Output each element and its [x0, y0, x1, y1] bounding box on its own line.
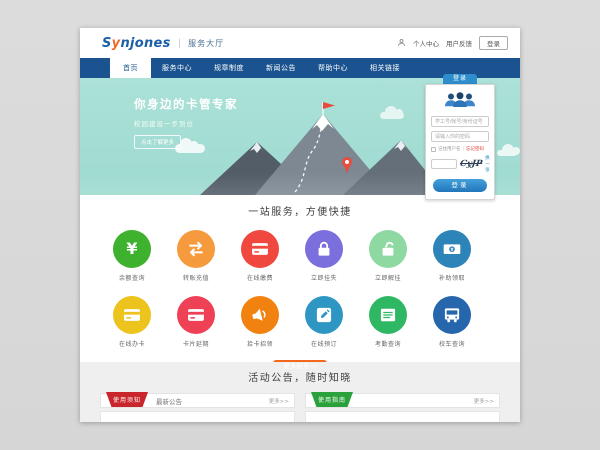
- nav-items: 首页服务中心规章制度新闻公告帮助中心相关链接: [110, 58, 411, 78]
- announcements-list-box: [100, 411, 295, 422]
- service-item[interactable]: 在线办卡: [100, 296, 164, 348]
- captcha-refresh-link[interactable]: 换一张: [485, 155, 490, 173]
- announcements-right-column: 使用指南 更多>>: [305, 393, 500, 422]
- service-item[interactable]: 考勤查询: [356, 296, 420, 348]
- more-link[interactable]: 更多>>: [474, 397, 494, 405]
- service-item[interactable]: 转账充值: [164, 230, 228, 282]
- site-header: Synjones | 服务大厅 个人中心 用户反馈 登录: [80, 28, 520, 58]
- login-tab[interactable]: 登录: [443, 74, 477, 84]
- lock-icon: [305, 230, 343, 268]
- logo-text-suffix: njones: [120, 36, 170, 51]
- remember-label: 记住用户名: [438, 146, 461, 152]
- summit-flag: [323, 102, 335, 109]
- user-feedback-link[interactable]: 用户反馈: [446, 38, 472, 48]
- announcements-section: 活动公告，随时知晓 使用须知 最新公告 更多>> 使用指南 更多>>: [80, 362, 520, 422]
- username-input[interactable]: [431, 116, 489, 127]
- hero-title: 你身边的卡管专家: [134, 96, 238, 112]
- synjones-logo: Synjones: [102, 36, 171, 51]
- latest-announcements-link[interactable]: 最新公告: [156, 396, 182, 406]
- service-item[interactable]: ¥ 余额查询: [100, 230, 164, 282]
- service-label: 在线缴费: [228, 273, 292, 282]
- banknote-icon: [433, 230, 471, 268]
- yuan-icon: ¥: [113, 230, 151, 268]
- service-label: 转账充值: [164, 273, 228, 282]
- password-input[interactable]: [431, 131, 489, 142]
- header-login-button[interactable]: 登录: [479, 36, 508, 50]
- forgot-password-link[interactable]: 忘记密码: [466, 146, 484, 152]
- service-item[interactable]: 校车查询: [420, 296, 484, 348]
- users-icon: [431, 91, 489, 112]
- nav-item[interactable]: 相关链接: [359, 58, 411, 78]
- cloud-decoration: [497, 150, 517, 156]
- label-separator: |: [463, 147, 465, 152]
- header-divider: |: [178, 38, 181, 49]
- transfer-icon: [177, 230, 215, 268]
- hero-subtitle: 校园建设一步到位: [134, 118, 238, 128]
- service-item[interactable]: 立即挂失: [292, 230, 356, 282]
- service-label: 立即解挂: [356, 273, 420, 282]
- service-item[interactable]: 拾卡招领: [228, 296, 292, 348]
- service-item[interactable]: 在线缴费: [228, 230, 292, 282]
- service-label: 在线办卡: [100, 339, 164, 348]
- edit-icon: [305, 296, 343, 334]
- announcements-left-column: 使用须知 最新公告 更多>>: [100, 393, 295, 422]
- service-label: 校车查询: [420, 339, 484, 348]
- hero-cta-button[interactable]: 点击了解更多: [134, 135, 181, 149]
- service-label: 立即挂失: [292, 273, 356, 282]
- service-item[interactable]: 在线预订: [292, 296, 356, 348]
- portal-page: Synjones | 服务大厅 个人中心 用户反馈 登录 首页服务中心规章制度新…: [80, 28, 520, 422]
- captcha-input[interactable]: [431, 159, 457, 169]
- desktop-background: Synjones | 服务大厅 个人中心 用户反馈 登录 首页服务中心规章制度新…: [0, 0, 600, 450]
- user-guide-tab[interactable]: 使用指南: [311, 392, 353, 407]
- service-label: 考勤查询: [356, 339, 420, 348]
- megaphone-icon: [241, 296, 279, 334]
- service-label: 卡片延期: [164, 339, 228, 348]
- service-label: 在线预订: [292, 339, 356, 348]
- service-label: 补助领取: [420, 273, 484, 282]
- service-item[interactable]: 卡片延期: [164, 296, 228, 348]
- person-icon: [397, 38, 406, 49]
- nav-item[interactable]: 首页: [110, 58, 151, 78]
- nav-item[interactable]: 帮助中心: [307, 58, 359, 78]
- nav-item[interactable]: 规章制度: [203, 58, 255, 78]
- more-link[interactable]: 更多>>: [269, 397, 289, 405]
- remember-checkbox[interactable]: [431, 147, 436, 152]
- usage-notice-tab[interactable]: 使用须知: [106, 392, 148, 407]
- card-icon: [241, 230, 279, 268]
- nav-item[interactable]: 新闻公告: [255, 58, 307, 78]
- bus-icon: [433, 296, 471, 334]
- nav-item[interactable]: 服务中心: [151, 58, 203, 78]
- list-icon: [369, 296, 407, 334]
- services-grid: ¥ 余额查询转账充值在线缴费立即挂失立即解挂补助领取在线办卡卡片延期拾卡招领在线预…: [80, 218, 520, 348]
- service-item[interactable]: 立即解挂: [356, 230, 420, 282]
- card-icon: [113, 296, 151, 334]
- service-label: 拾卡招领: [228, 339, 292, 348]
- card-icon: [177, 296, 215, 334]
- login-panel: 登录 记住用户名 | 忘记密码: [425, 74, 495, 200]
- captcha-image: CyJP: [459, 159, 483, 169]
- guide-list-box: [305, 411, 500, 422]
- site-name: 服务大厅: [188, 38, 224, 49]
- services-section: 一站服务，方便快捷 ¥余额查询转账充值在线缴费立即挂失立即解挂补助领取在线办卡卡…: [80, 195, 520, 362]
- unlock-icon: [369, 230, 407, 268]
- service-item[interactable]: 补助领取: [420, 230, 484, 282]
- logo-text: S: [102, 36, 112, 51]
- service-label: 余额查询: [100, 273, 164, 282]
- personal-center-link[interactable]: 个人中心: [413, 38, 439, 48]
- login-submit-button[interactable]: 登录: [433, 179, 487, 192]
